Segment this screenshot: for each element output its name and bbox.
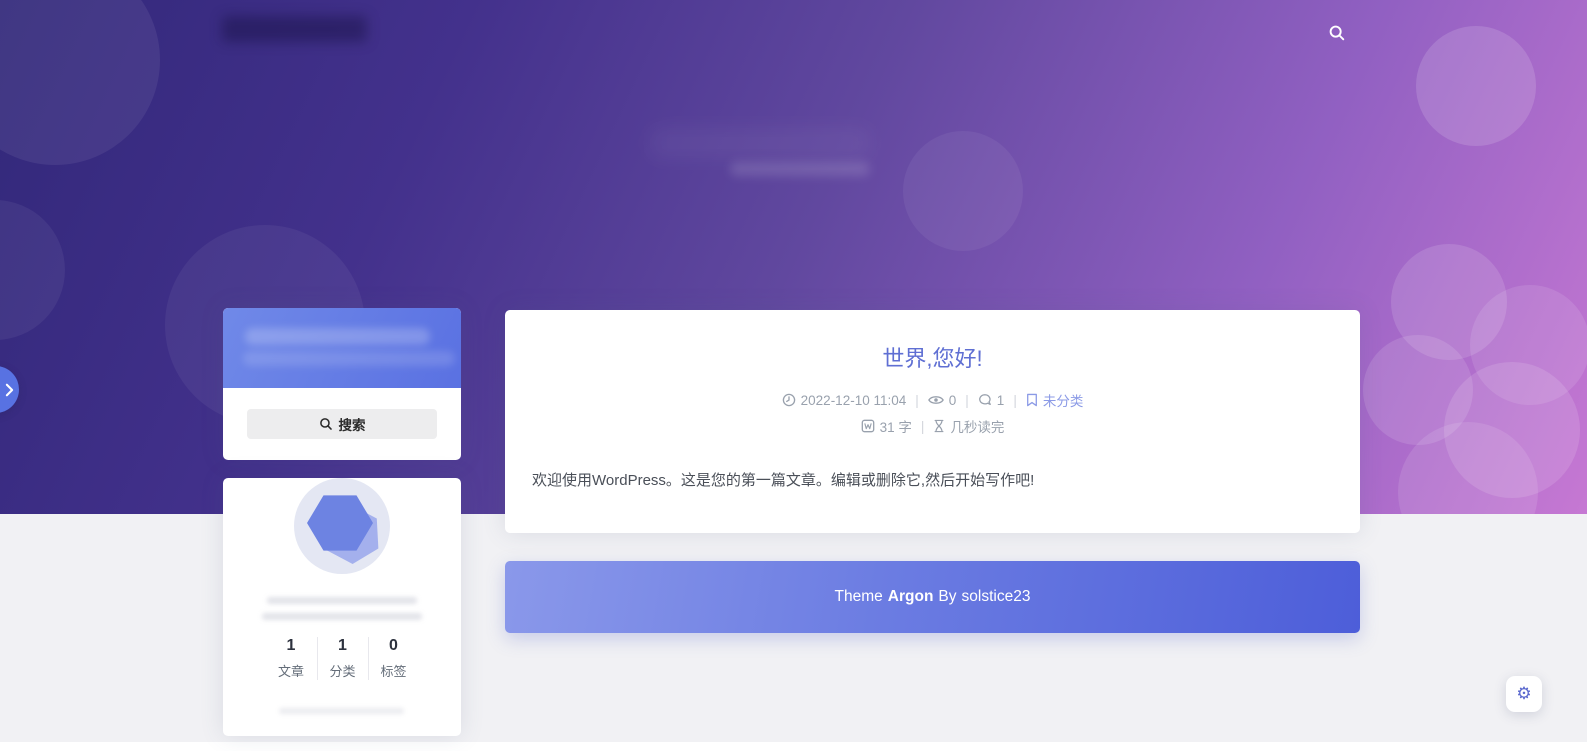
header-search-button[interactable] <box>1318 14 1356 52</box>
bokeh-circle <box>903 131 1023 251</box>
stat-categories-label: 分类 <box>318 661 368 680</box>
post-comments-count: 1 <box>997 393 1005 408</box>
chevron-right-icon <box>5 383 14 397</box>
clock-icon <box>782 393 796 407</box>
post-title-link[interactable]: 世界,您好! <box>505 344 1360 374</box>
page: 搜索 1 文章 1 分类 <box>0 0 1587 751</box>
post-category-link[interactable]: 未分类 <box>1026 390 1084 410</box>
search-card: 搜索 <box>223 308 461 460</box>
post-meta-row-2: 31 字 | 几秒读完 <box>505 416 1360 436</box>
blurred-header-text <box>243 351 455 366</box>
profile-card: 1 文章 1 分类 0 标签 <box>223 478 461 736</box>
blurred-banner-text <box>650 128 870 158</box>
post-word-count: 31 字 <box>861 416 912 436</box>
post-word-count-text: 31 字 <box>880 416 912 436</box>
sidebar-search-button[interactable]: 搜索 <box>247 409 437 439</box>
post-excerpt: 欢迎使用WordPress。这是您的第一篇文章。编辑或删除它,然后开始写作吧! <box>505 470 1360 491</box>
meta-separator: | <box>915 393 919 408</box>
search-icon <box>1328 24 1346 42</box>
search-card-header <box>223 308 461 388</box>
eye-icon <box>928 394 944 406</box>
post-date: 2022-12-10 11:04 <box>782 393 907 408</box>
post-read-time: 几秒读完 <box>933 416 1004 436</box>
word-count-icon <box>861 419 875 433</box>
blurred-profile-text <box>262 613 422 620</box>
search-card-body: 搜索 <box>223 388 461 460</box>
theme-credit-prefix: Theme <box>835 588 883 606</box>
search-icon <box>319 417 333 431</box>
meta-separator: | <box>965 393 969 408</box>
blurred-banner-text <box>730 162 870 176</box>
stat-posts-label: 文章 <box>266 661 317 680</box>
theme-name-link[interactable]: Argon <box>888 588 934 606</box>
post-meta-row-1: 2022-12-10 11:04 | 0 | 1 <box>505 390 1360 410</box>
blurred-header-text <box>245 328 430 345</box>
avatar <box>294 478 390 574</box>
blurred-site-title <box>222 16 367 42</box>
stat-tags-value: 0 <box>369 637 419 655</box>
bokeh-circle <box>0 200 65 340</box>
profile-stats: 1 文章 1 分类 0 标签 <box>223 637 461 680</box>
meta-separator: | <box>921 419 925 434</box>
gear-icon: ⚙ <box>1516 686 1531 703</box>
stat-tags[interactable]: 0 标签 <box>368 637 419 680</box>
settings-button[interactable]: ⚙ <box>1506 676 1542 712</box>
post-card: 世界,您好! 2022-12-10 11:04 | 0 <box>505 310 1360 533</box>
post-date-text: 2022-12-10 11:04 <box>801 393 907 408</box>
search-button-label: 搜索 <box>339 414 366 434</box>
sidebar: 搜索 1 文章 1 分类 <box>223 308 461 736</box>
main-column: 世界,您好! 2022-12-10 11:04 | 0 <box>505 310 1360 633</box>
theme-credit-by: By <box>938 588 956 606</box>
post-category-text: 未分类 <box>1043 390 1084 410</box>
bokeh-circle <box>1416 26 1536 146</box>
bokeh-circle <box>0 0 160 165</box>
hourglass-icon <box>933 419 945 433</box>
bookmark-icon <box>1026 393 1038 407</box>
stat-categories[interactable]: 1 分类 <box>317 637 368 680</box>
meta-separator: | <box>1013 393 1017 408</box>
blurred-profile-text <box>267 597 417 604</box>
post-views-count: 0 <box>949 393 957 408</box>
post-comments-link[interactable]: 1 <box>978 393 1005 408</box>
post-read-time-text: 几秒读完 <box>950 416 1004 436</box>
stat-posts-value: 1 <box>266 637 317 655</box>
stat-tags-label: 标签 <box>369 661 419 680</box>
theme-author-link[interactable]: solstice23 <box>962 588 1031 606</box>
comment-icon <box>978 393 992 407</box>
stat-categories-value: 1 <box>318 637 368 655</box>
post-views: 0 <box>928 393 957 408</box>
stat-posts[interactable]: 1 文章 <box>266 637 317 680</box>
blurred-profile-text <box>279 708 404 714</box>
theme-credit-banner: Theme Argon By solstice23 <box>505 561 1360 633</box>
